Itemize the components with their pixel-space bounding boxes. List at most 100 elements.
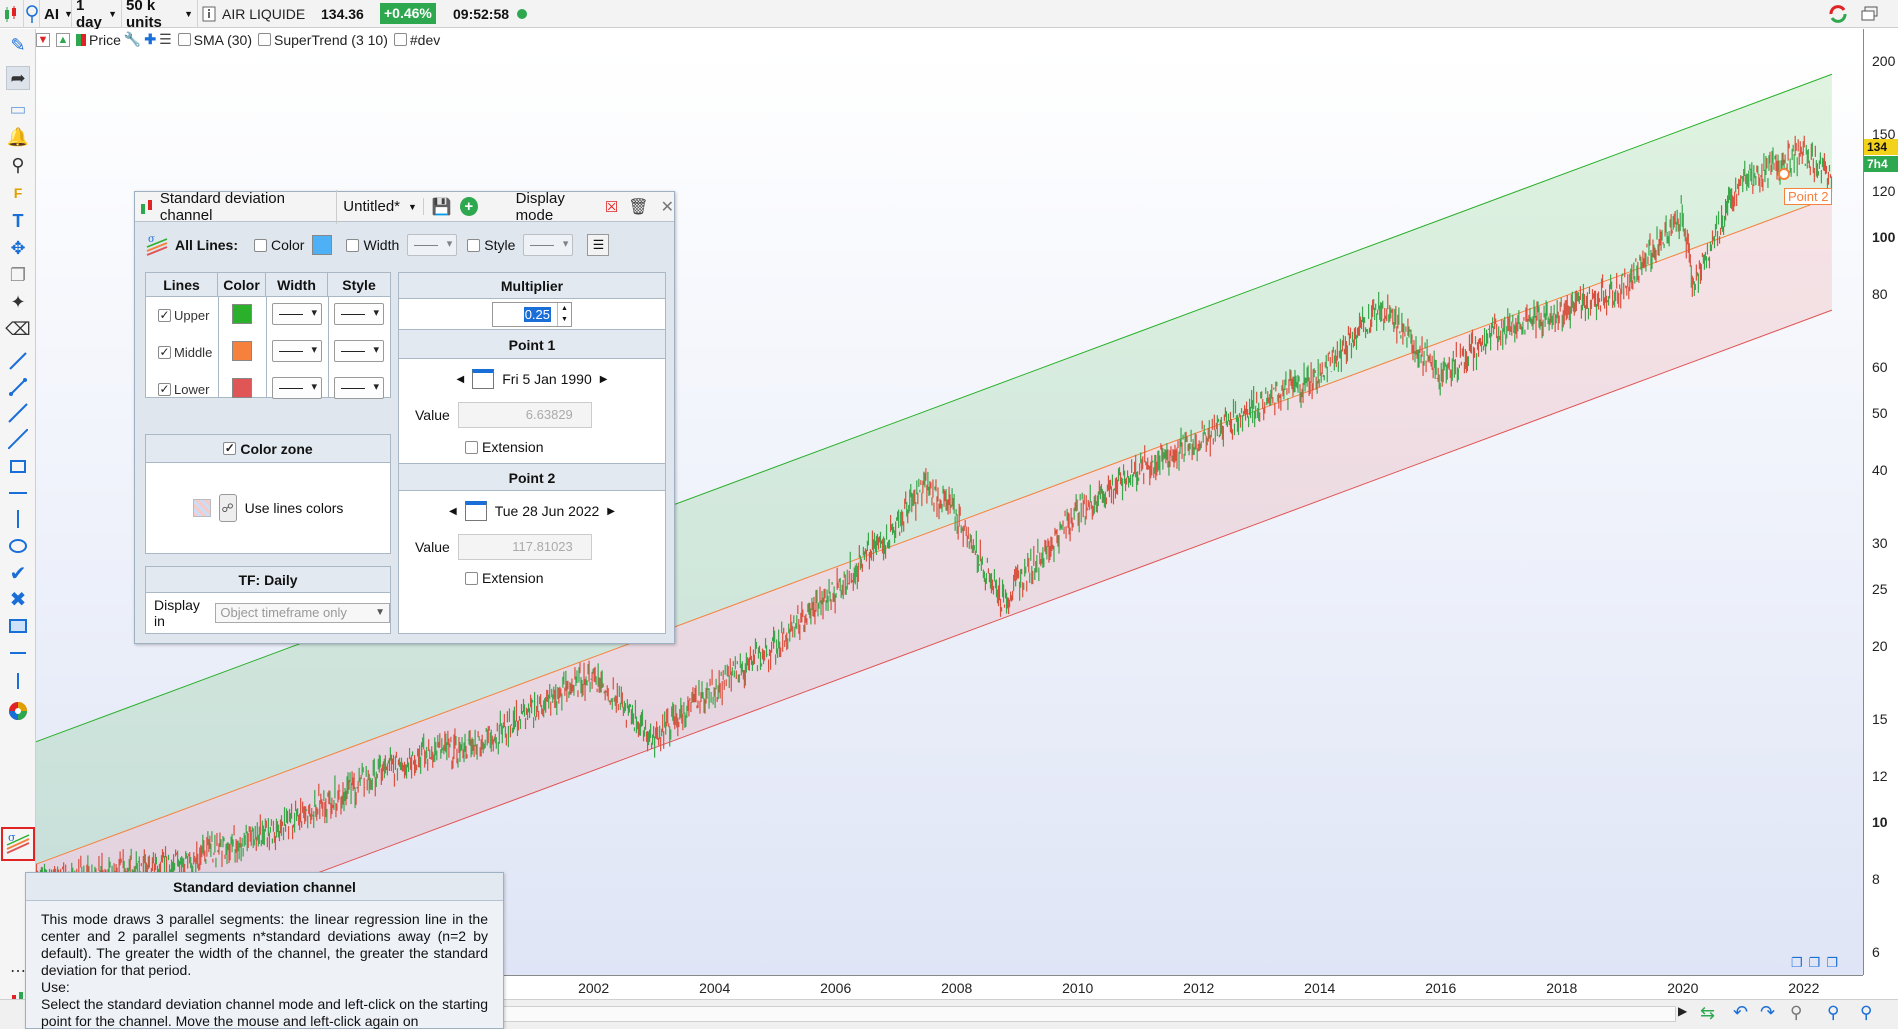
price-axis[interactable]: 134 7h4 200 150 120 100 80 60 50 40 30 25 20 15 12 10… — [1863, 29, 1898, 975]
remove-indicator-icon[interactable]: ▼ — [36, 32, 50, 47]
undo-icon[interactable]: ↶ — [1733, 1002, 1748, 1023]
sma-checkbox[interactable] — [177, 33, 191, 46]
point1-next-icon[interactable]: ▶ — [600, 374, 608, 385]
dev-checkbox[interactable] — [393, 33, 407, 46]
point1-extension-checkbox[interactable] — [465, 440, 478, 454]
refresh-icon[interactable] — [1827, 3, 1849, 25]
all-color-swatch[interactable] — [312, 235, 333, 255]
all-color-checkbox[interactable] — [254, 238, 268, 252]
magnifier-icon[interactable]: ⚲ — [6, 153, 30, 177]
all-width-dropdown[interactable] — [407, 234, 458, 256]
vertical-ray-icon[interactable] — [6, 669, 30, 693]
multiplier-spinner[interactable]: ▲ ▼ — [557, 302, 571, 326]
pointer-icon[interactable]: ➦ — [6, 66, 30, 90]
point1-calendar-icon[interactable] — [472, 369, 495, 389]
instrument-type-icon[interactable] — [24, 0, 40, 28]
add-preset-icon[interactable]: + — [459, 197, 478, 216]
text-tool-icon[interactable]: T — [6, 209, 30, 233]
upper-width-dropdown[interactable] — [272, 303, 322, 325]
middle-width-dropdown[interactable] — [272, 340, 322, 362]
color-zone-checkbox[interactable] — [223, 442, 237, 455]
ruler-icon[interactable]: ▭ — [6, 97, 30, 121]
magic-wand-icon[interactable]: ✦ — [6, 290, 30, 314]
save-preset-icon[interactable]: 💾 — [432, 197, 452, 217]
zoom-fit-icon[interactable]: ⚲ — [1790, 1003, 1802, 1023]
wrench-icon[interactable]: 🔧 — [124, 31, 141, 48]
close-panel-icon[interactable]: ✕ — [661, 197, 674, 217]
delete-object-icon[interactable]: 🗑 — [628, 197, 648, 217]
zone-pattern-icon[interactable] — [192, 499, 211, 517]
middle-style-dropdown[interactable] — [334, 340, 384, 362]
supertrend-checkbox[interactable] — [258, 33, 271, 46]
point1-value-input[interactable]: 6.63829 — [457, 402, 592, 428]
middle-color-swatch[interactable] — [232, 341, 252, 361]
color-wheel-icon[interactable] — [6, 699, 30, 723]
zoom-in-icon[interactable]: ⚲ — [1860, 1003, 1872, 1023]
point2-value-input[interactable]: 117.81023 — [457, 534, 592, 560]
dev-indicator[interactable]: #dev — [393, 32, 440, 48]
vertical-line-icon[interactable] — [6, 507, 30, 531]
rectangle-icon[interactable] — [6, 454, 30, 478]
timeframe-selector[interactable]: 1 day ▼ — [72, 0, 122, 31]
point2-prev-icon[interactable]: ◀ — [449, 506, 457, 517]
supertrend-indicator[interactable]: SuperTrend (3 10) — [258, 32, 388, 48]
window-restore-icon[interactable] — [1860, 6, 1880, 22]
all-style-checkbox[interactable] — [467, 238, 481, 252]
point2-handle[interactable] — [1778, 168, 1790, 180]
point2-extension-checkbox[interactable] — [465, 571, 478, 585]
lower-color-swatch[interactable] — [232, 378, 252, 398]
extended-line-icon[interactable] — [6, 427, 30, 451]
display-mode-icon[interactable]: ☒ — [605, 198, 618, 216]
multiplier-input[interactable]: 0.25 ▲ ▼ — [492, 301, 572, 327]
zone-icon[interactable] — [6, 614, 30, 638]
horizontal-scrollbar[interactable] — [500, 1006, 1676, 1022]
arrow-line-icon[interactable] — [6, 641, 30, 665]
move-icon[interactable]: ✥ — [6, 236, 30, 260]
trendline-icon[interactable] — [6, 349, 30, 373]
autoscroll-icon[interactable]: ⇆ — [1700, 1003, 1715, 1024]
list-options-icon[interactable]: ☰ — [587, 234, 610, 256]
upper-color-swatch[interactable] — [232, 304, 252, 324]
preset-selector[interactable]: Untitled* ▼ — [337, 198, 424, 215]
price-indicator[interactable]: Price 🔧 ✚ ☰ — [76, 31, 172, 48]
ellipse-icon[interactable] — [6, 534, 30, 558]
std-dev-channel-tool[interactable]: σ — [1, 827, 35, 861]
layout-icon-1[interactable]: ❐ — [1791, 955, 1803, 971]
lower-style-dropdown[interactable] — [334, 377, 384, 399]
point2-calendar-icon[interactable] — [464, 501, 487, 521]
info-icon[interactable] — [198, 0, 220, 28]
candles-icon[interactable] — [0, 0, 24, 28]
all-width-checkbox[interactable] — [346, 238, 360, 252]
layout-icon-2[interactable]: ❐ — [1809, 955, 1821, 971]
ray-icon[interactable] — [6, 401, 30, 425]
horizontal-line-icon[interactable] — [6, 481, 30, 505]
cross-icon[interactable]: ✖ — [6, 587, 30, 611]
display-in-dropdown[interactable]: Object timeframe only ▼ — [215, 603, 390, 623]
alert-bell-icon[interactable]: 🔔 — [6, 125, 30, 149]
units-selector[interactable]: 50 k units ▼ — [122, 0, 198, 31]
fibonacci-icon[interactable]: F — [6, 181, 30, 205]
link-icon[interactable]: ☍ — [218, 494, 237, 522]
lower-checkbox[interactable] — [158, 383, 171, 396]
trash-icon[interactable]: ⌫ — [5, 317, 30, 341]
copy-icon[interactable]: ❐ — [6, 263, 30, 287]
add-indicator-icon[interactable]: ▲ — [56, 32, 70, 47]
lower-width-dropdown[interactable] — [272, 377, 322, 399]
layout-icon-3[interactable]: ❐ — [1826, 955, 1838, 971]
upper-checkbox[interactable] — [158, 309, 171, 322]
point2-next-icon[interactable]: ▶ — [607, 506, 615, 517]
list-icon[interactable]: ☰ — [159, 31, 172, 48]
middle-checkbox[interactable] — [158, 346, 171, 359]
upper-style-dropdown[interactable] — [334, 303, 384, 325]
zoom-out-icon[interactable]: ⚲ — [1827, 1003, 1839, 1023]
scroll-right-icon[interactable]: ▶ — [1678, 1004, 1687, 1018]
all-style-dropdown[interactable] — [523, 234, 574, 256]
checkmark-icon[interactable]: ✔ — [6, 561, 30, 585]
pencil-icon[interactable]: ✎ — [6, 33, 30, 57]
segment-icon[interactable] — [6, 375, 30, 399]
sma-indicator[interactable]: SMA (30) — [177, 32, 252, 48]
symbol-selector[interactable]: AI ▼ — [40, 0, 73, 28]
redo-icon[interactable]: ↷ — [1760, 1002, 1775, 1023]
point1-prev-icon[interactable]: ◀ — [457, 374, 465, 385]
plus-icon[interactable]: ✚ — [144, 31, 156, 48]
